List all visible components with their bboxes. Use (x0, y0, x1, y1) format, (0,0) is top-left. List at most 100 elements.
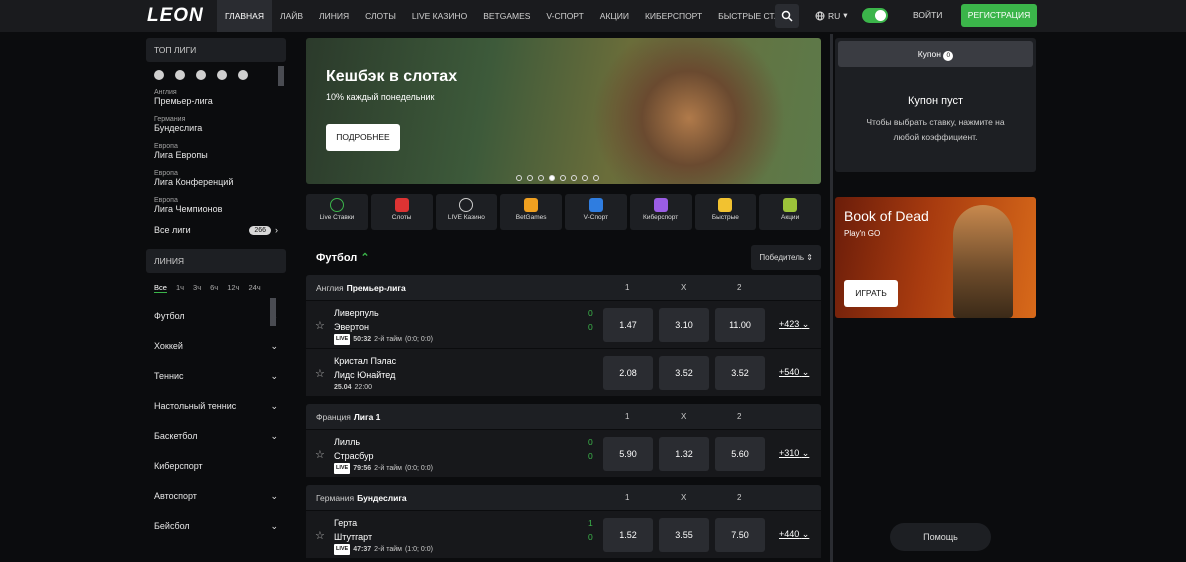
category-fast[interactable]: Быстрые (694, 194, 757, 230)
category-slots[interactable]: Слоты (370, 194, 433, 230)
carousel-dot[interactable] (560, 175, 566, 181)
market-selector[interactable]: Победитель ⇕ (751, 244, 821, 270)
nav-slots[interactable]: СЛОТЫ (357, 0, 404, 32)
sport-item-football[interactable]: Футбол⌄ (146, 301, 286, 331)
search-button[interactable] (775, 4, 799, 28)
nav-live-casino[interactable]: LIVE КАЗИНО (404, 0, 475, 32)
match-row[interactable]: ☆ Кристал Пэлас Лидс Юнайтед 25.04 22:00 … (306, 348, 821, 396)
register-button[interactable]: РЕГИСТРАЦИЯ (961, 4, 1037, 27)
nav-promos[interactable]: АКЦИИ (592, 0, 637, 32)
time-filter-1h[interactable]: 1ч (176, 283, 184, 293)
carousel-dot-active[interactable] (549, 175, 555, 181)
more-markets-link[interactable]: +440 ⌄ (779, 529, 809, 540)
odd-button-1[interactable]: 2.08 (603, 356, 653, 390)
odd-button-x[interactable]: 3.52 (659, 356, 709, 390)
nav-esports[interactable]: КИБЕРСПОРТ (637, 0, 710, 32)
odd-button-1[interactable]: 1.52 (603, 518, 653, 552)
match-row[interactable]: ☆ Герта Штутгарт LIVE 47:37 2-й тайм (1:0; … (306, 510, 821, 558)
time-filters: Все 1ч 3ч 6ч 12ч 24ч (146, 273, 286, 301)
game-promo-card[interactable]: Book of Dead Play'n GO ИГРАТЬ (835, 197, 1036, 318)
match-teams: Кристал Пэлас Лидс Юнайтед 25.04 22:00 (334, 354, 396, 393)
odd-button-x[interactable]: 3.10 (659, 308, 709, 342)
carousel-dot[interactable] (527, 175, 533, 181)
gamepad-icon[interactable] (238, 70, 248, 80)
football-icon[interactable] (154, 70, 164, 80)
sport-item-basketball[interactable]: Баскетбол ⌄ (146, 421, 286, 451)
match-row[interactable]: ☆ Лилль Страсбур LIVE 79:56 2-й тайм (0:0; … (306, 429, 821, 477)
odd-button-2[interactable]: 11.00 (715, 308, 765, 342)
odds-header-x: X (681, 283, 687, 292)
star-icon[interactable]: ☆ (315, 319, 325, 332)
banner-more-button[interactable]: ПОДРОБНЕЕ (326, 124, 400, 151)
sport-item-esports[interactable]: Киберспорт (146, 451, 286, 481)
sport-label: Настольный теннис (154, 401, 237, 411)
odd-button-2[interactable]: 5.60 (715, 437, 765, 471)
sport-item-tennis[interactable]: Теннис ⌄ (146, 361, 286, 391)
coupon-count-badge: 0 (943, 51, 954, 61)
sidebar-league[interactable]: Англия Премьер-лига (146, 86, 286, 109)
category-live-bets[interactable]: Live Ставки (306, 194, 368, 230)
odd-button-x[interactable]: 3.55 (659, 518, 709, 552)
sport-item-table-tennis[interactable]: Настольный теннис ⌄ (146, 391, 286, 421)
theme-toggle[interactable] (862, 8, 888, 23)
carousel-dot[interactable] (538, 175, 544, 181)
odd-button-2[interactable]: 3.52 (715, 356, 765, 390)
more-markets-link[interactable]: +423 ⌄ (779, 319, 809, 330)
time-filter-scrollbar[interactable] (270, 298, 276, 326)
odd-button-x[interactable]: 1.32 (659, 437, 709, 471)
sport-item-baseball[interactable]: Бейсбол ⌄ (146, 511, 286, 541)
all-leagues-link[interactable]: Все лиги 266 › (146, 221, 286, 239)
carousel-dot[interactable] (516, 175, 522, 181)
time-filter-all[interactable]: Все (154, 283, 167, 293)
nav-live[interactable]: ЛАЙВ (272, 0, 311, 32)
more-markets-link[interactable]: +540 ⌄ (779, 367, 809, 378)
basketball-icon[interactable] (217, 70, 227, 80)
nav-betgames[interactable]: BETGAMES (475, 0, 538, 32)
sidebar-league[interactable]: Германия Бундеслига (146, 113, 286, 136)
time-filter-3h[interactable]: 3ч (193, 283, 201, 293)
nav-home[interactable]: ГЛАВНАЯ (217, 0, 272, 32)
category-promos[interactable]: Акции (759, 194, 821, 230)
tennis-icon[interactable] (196, 70, 206, 80)
sidebar-scrollbar[interactable] (278, 66, 284, 86)
help-button[interactable]: Помощь (890, 523, 991, 551)
carousel-dot[interactable] (571, 175, 577, 181)
more-markets-link[interactable]: +310 ⌄ (779, 448, 809, 459)
sidebar-league[interactable]: Европа Лига Европы (146, 140, 286, 163)
category-esports[interactable]: Киберспорт (629, 194, 692, 230)
login-button[interactable]: ВОЙТИ (913, 10, 942, 20)
play-button[interactable]: ИГРАТЬ (844, 280, 898, 307)
category-live-casino[interactable]: LIVE Казино (435, 194, 498, 230)
sport-item-hockey[interactable]: Хоккей ⌄ (146, 331, 286, 361)
star-icon[interactable]: ☆ (315, 529, 325, 542)
odd-button-2[interactable]: 7.50 (715, 518, 765, 552)
star-icon[interactable]: ☆ (315, 367, 325, 380)
time-filter-6h[interactable]: 6ч (210, 283, 218, 293)
hockey-icon[interactable] (175, 70, 185, 80)
promo-banner[interactable]: Кешбэк в слотах 10% каждый понедельник П… (306, 38, 821, 184)
sport-label: Киберспорт (154, 461, 203, 471)
sidebar-league[interactable]: Европа Лига Конференций (146, 167, 286, 190)
match-row[interactable]: ☆ Ливерпуль Эвертон LIVE 50:32 2-й тайм (0:… (306, 300, 821, 348)
category-betgames[interactable]: BetGames (500, 194, 562, 230)
main-scrollbar[interactable] (830, 34, 833, 562)
sport-item-motorsport[interactable]: Автоспорт ⌄ (146, 481, 286, 511)
time-filter-24h[interactable]: 24ч (248, 283, 260, 293)
category-vsport[interactable]: V-Спорт (565, 194, 627, 230)
odd-button-1[interactable]: 5.90 (603, 437, 653, 471)
live-badge: LIVE (334, 544, 351, 555)
nav-line[interactable]: ЛИНИЯ (311, 0, 357, 32)
sidebar-league[interactable]: Европа Лига Чемпионов (146, 194, 286, 217)
leon-logo[interactable]: LEON (147, 5, 204, 27)
coupon-tab[interactable]: Купон 0 (838, 41, 1033, 67)
star-icon[interactable]: ☆ (315, 448, 325, 461)
score-away: 0 (588, 322, 593, 332)
language-selector[interactable]: RU ▾ (815, 10, 848, 21)
nav-vsport[interactable]: V-СПОРТ (538, 0, 591, 32)
carousel-dot[interactable] (593, 175, 599, 181)
match-teams: Герта Штутгарт LIVE 47:37 2-й тайм (1:0; 0:… (334, 516, 433, 555)
section-title[interactable]: Футбол ⌃ (306, 251, 370, 264)
carousel-dot[interactable] (582, 175, 588, 181)
time-filter-12h[interactable]: 12ч (227, 283, 239, 293)
odd-button-1[interactable]: 1.47 (603, 308, 653, 342)
